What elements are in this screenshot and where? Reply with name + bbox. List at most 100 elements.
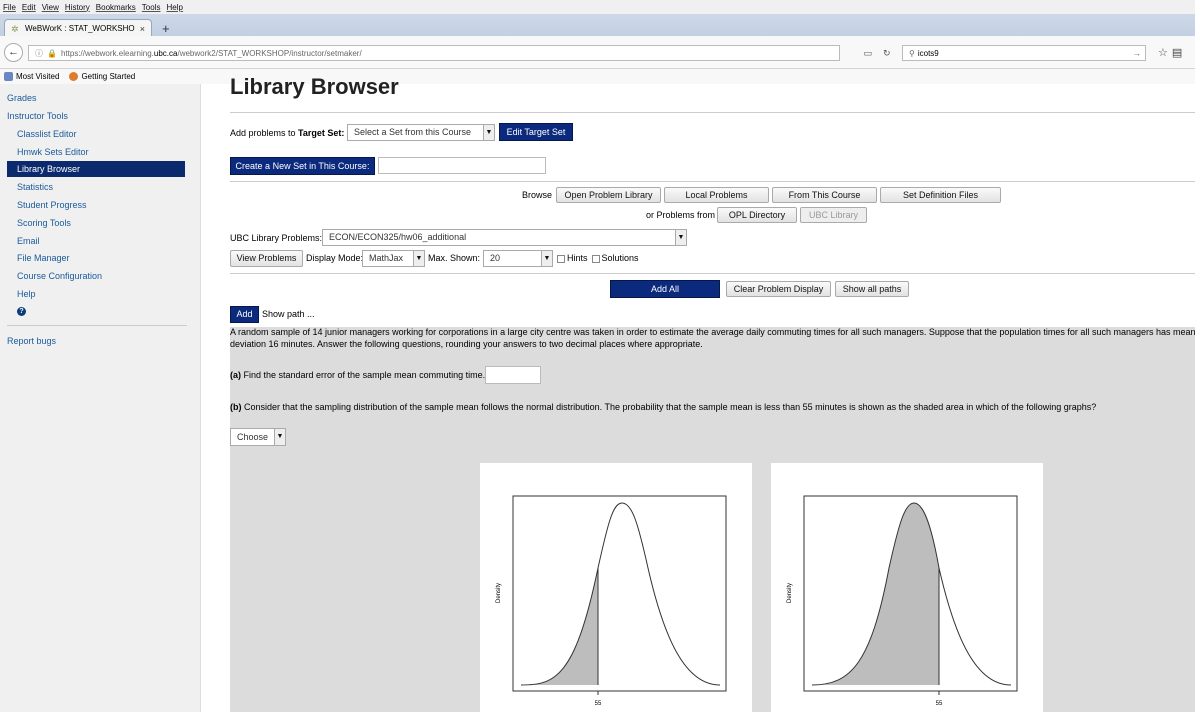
bookmark-getting-started[interactable]: Getting Started	[69, 72, 135, 81]
sidebar-item-file-manager[interactable]: File Manager	[17, 253, 70, 263]
sidebar-item-student-progress[interactable]: Student Progress	[17, 200, 87, 210]
sidebar-divider	[7, 325, 187, 326]
menu-tools[interactable]: Tools	[142, 3, 161, 12]
y-axis-label: Density	[496, 583, 502, 603]
sidebar-item-report-bugs[interactable]: Report bugs	[7, 336, 56, 346]
sidebar-item-email[interactable]: Email	[17, 236, 40, 246]
help-icon[interactable]: ?	[17, 307, 26, 316]
graph-option-a[interactable]: 55 Density	[480, 463, 752, 712]
tab-strip: ✲ WeBWorK : STAT_WORKSHO × +	[0, 14, 1195, 37]
url-actions: ▭ ↻	[858, 45, 896, 61]
create-new-set-button[interactable]: Create a New Set in This Course:	[230, 157, 375, 175]
sidebar-item-hmwk-sets-editor[interactable]: Hmwk Sets Editor	[17, 147, 89, 157]
ubc-library-problems-label: UBC Library Problems:	[230, 233, 323, 243]
problem-display: A random sample of 14 junior managers wo…	[230, 327, 1195, 712]
x-tick-label: 55	[936, 701, 943, 707]
display-mode-select[interactable]: MathJax ▼	[362, 250, 425, 267]
open-problem-library-button[interactable]: Open Problem Library	[556, 187, 661, 203]
search-input[interactable]: ⚲ icots9 →	[902, 45, 1146, 61]
y-axis-label: Density	[787, 583, 793, 603]
opl-directory-button[interactable]: OPL Directory	[717, 207, 797, 223]
graph-option-b[interactable]: 55 Density	[771, 463, 1043, 712]
new-set-name-input[interactable]	[378, 157, 546, 174]
ubc-library-select[interactable]: ECON/ECON325/hw06_additional ▼	[322, 229, 687, 246]
problem-text-line2: deviation 16 minutes. Answer the followi…	[230, 339, 703, 349]
tab-title: WeBWorK : STAT_WORKSHO	[25, 24, 135, 33]
target-set-select[interactable]: Select a Set from this Course ▼	[347, 124, 495, 141]
tab-close-icon[interactable]: ×	[140, 24, 145, 34]
sidebar-item-classlist-editor[interactable]: Classlist Editor	[17, 129, 77, 139]
back-button[interactable]: ←	[4, 43, 23, 62]
new-tab-button[interactable]: +	[162, 21, 170, 36]
hints-option[interactable]: Hints Solutions	[553, 253, 639, 263]
bookmark-most-visited[interactable]: Most Visited	[4, 72, 59, 81]
search-value: icots9	[917, 48, 939, 58]
page-title: Library Browser	[230, 74, 399, 99]
sidebar-item-help[interactable]: Help	[17, 289, 36, 299]
normal-curve-large-left-area-graph: 55 Density	[787, 495, 1018, 707]
from-this-course-button[interactable]: From This Course	[772, 187, 877, 203]
search-go-icon[interactable]: →	[1133, 49, 1141, 58]
url-domain: ubc.ca	[153, 48, 178, 58]
show-path-link[interactable]: Show path ...	[262, 309, 315, 319]
bookmark-star-icon[interactable]: ☆	[1158, 47, 1172, 59]
set-definition-files-button[interactable]: Set Definition Files	[880, 187, 1001, 203]
sidebar-item-instructor-tools[interactable]: Instructor Tools	[7, 111, 68, 121]
sidebar-item-grades[interactable]: Grades	[7, 93, 37, 103]
most-visited-icon	[4, 72, 13, 81]
menu-view[interactable]: View	[42, 3, 59, 12]
shaded-area	[521, 568, 598, 685]
reload-icon[interactable]: ↻	[883, 48, 891, 59]
solutions-checkbox[interactable]	[591, 254, 600, 263]
add-problem-button[interactable]: Add	[230, 306, 259, 323]
hints-checkbox[interactable]	[557, 254, 565, 263]
info-icon[interactable]: ⓘ	[35, 48, 43, 59]
reading-list-icon[interactable]: ▤	[1172, 47, 1186, 59]
sidebar-item-statistics[interactable]: Statistics	[17, 182, 53, 192]
main-content: Library Browser Add problems to Target S…	[201, 74, 1195, 712]
sidebar-item-scoring-tools[interactable]: Scoring Tools	[17, 218, 71, 228]
menu-file[interactable]: File	[3, 3, 16, 12]
edit-target-set-button[interactable]: Edit Target Set	[499, 123, 573, 141]
navigation-bar: ← ⓘ 🔒 https://webwork.elearning. ubc.ca/w…	[0, 36, 1195, 69]
part-b-choose-select[interactable]: Choose ▼	[230, 428, 286, 446]
add-all-button[interactable]: Add All	[610, 280, 720, 298]
plot-frame	[512, 495, 727, 692]
sidebar: Grades Instructor Tools Classlist Editor…	[0, 84, 201, 712]
display-mode-label: Display Mode:	[306, 253, 364, 263]
add-to-target-label: Add problems to Target Set:	[230, 128, 345, 138]
clear-problem-display-button[interactable]: Clear Problem Display	[726, 281, 831, 297]
chevron-down-icon: ▼	[274, 429, 285, 445]
menu-edit[interactable]: Edit	[22, 3, 36, 12]
menu-history[interactable]: History	[65, 3, 90, 12]
chevron-down-icon: ▼	[541, 251, 552, 266]
firefox-icon	[69, 72, 79, 81]
x-tick-label: 55	[595, 701, 602, 707]
sidebar-item-library-browser[interactable]: Library Browser	[7, 161, 185, 177]
url-host: https://webwork.elearning.	[60, 48, 154, 58]
title-divider	[230, 112, 1195, 113]
or-problems-from-label: or Problems from	[646, 210, 716, 220]
ubc-library-button[interactable]: UBC Library	[800, 207, 867, 223]
view-problems-button[interactable]: View Problems	[230, 250, 303, 267]
search-icon: ⚲	[909, 48, 915, 58]
toolbar-icons: ☆▤	[1158, 46, 1186, 59]
menu-help[interactable]: Help	[166, 3, 182, 12]
chevron-down-icon: ▼	[413, 251, 424, 266]
chevron-down-icon: ▼	[483, 125, 494, 140]
section-divider	[230, 181, 1195, 182]
bookmarks-toolbar: Most Visited Getting Started	[0, 69, 1195, 84]
local-problems-button[interactable]: Local Problems	[664, 187, 769, 203]
show-all-paths-button[interactable]: Show all paths	[835, 281, 909, 297]
sidebar-item-course-configuration[interactable]: Course Configuration	[17, 271, 102, 281]
url-bar[interactable]: ⓘ 🔒 https://webwork.elearning. ubc.ca/web…	[28, 45, 840, 61]
reader-view-icon[interactable]: ▭	[863, 48, 872, 59]
max-shown-label: Max. Shown:	[428, 253, 481, 263]
part-a-answer-input[interactable]	[485, 366, 541, 384]
shaded-area	[812, 503, 939, 685]
browser-menubar: File Edit View History Bookmarks Tools H…	[0, 0, 1195, 14]
menu-bookmarks[interactable]: Bookmarks	[96, 3, 136, 12]
browser-tab[interactable]: ✲ WeBWorK : STAT_WORKSHO ×	[4, 19, 152, 37]
part-a-question: (a) Find the standard error of the sampl…	[230, 370, 486, 380]
max-shown-select[interactable]: 20 ▼	[483, 250, 553, 267]
